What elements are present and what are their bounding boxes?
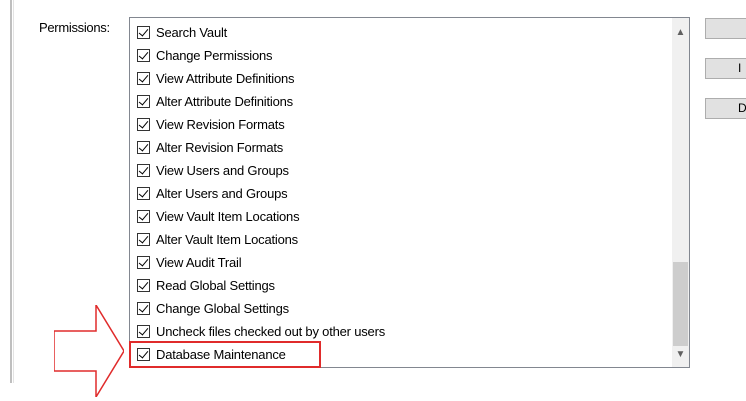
checkbox[interactable] bbox=[137, 325, 150, 338]
checkbox[interactable] bbox=[137, 256, 150, 269]
checkbox[interactable] bbox=[137, 72, 150, 85]
permission-item[interactable]: Read Global Settings bbox=[137, 274, 385, 297]
permission-item[interactable]: Alter Vault Item Locations bbox=[137, 228, 385, 251]
permission-label: Alter Revision Formats bbox=[156, 140, 284, 155]
group-border-left bbox=[10, 0, 12, 383]
checkbox[interactable] bbox=[137, 49, 150, 62]
checkbox[interactable] bbox=[137, 233, 150, 246]
checkbox[interactable] bbox=[137, 26, 150, 39]
side-button-1[interactable] bbox=[705, 18, 746, 39]
permission-item[interactable]: View Vault Item Locations bbox=[137, 205, 385, 228]
permission-item[interactable]: Search Vault bbox=[137, 21, 385, 44]
permission-label: View Attribute Definitions bbox=[156, 71, 295, 86]
permission-label: View Audit Trail bbox=[156, 255, 242, 270]
permission-item[interactable]: Alter Revision Formats bbox=[137, 136, 385, 159]
permission-item[interactable]: Uncheck files checked out by other users bbox=[137, 320, 385, 343]
permission-item[interactable]: Change Global Settings bbox=[137, 297, 385, 320]
checkbox[interactable] bbox=[137, 210, 150, 223]
scrollbar-thumb[interactable] bbox=[673, 262, 688, 346]
checkbox[interactable] bbox=[137, 302, 150, 315]
side-button-2[interactable]: I bbox=[705, 58, 746, 79]
side-button-3[interactable]: D bbox=[705, 98, 746, 119]
checkbox[interactable] bbox=[137, 348, 150, 361]
group-border-left-inner bbox=[13, 0, 14, 383]
permission-item[interactable]: Database Maintenance bbox=[129, 341, 321, 368]
vertical-scrollbar[interactable]: ▲ ▼ bbox=[672, 18, 689, 367]
permission-label: Change Permissions bbox=[156, 48, 273, 63]
checkbox[interactable] bbox=[137, 187, 150, 200]
arrow-right-icon bbox=[54, 305, 124, 397]
permission-label: Read Global Settings bbox=[156, 278, 275, 293]
permission-item[interactable]: Alter Users and Groups bbox=[137, 182, 385, 205]
checkbox[interactable] bbox=[137, 118, 150, 131]
permission-label: Alter Attribute Definitions bbox=[156, 94, 293, 109]
permission-item[interactable]: View Revision Formats bbox=[137, 113, 385, 136]
checkbox[interactable] bbox=[137, 279, 150, 292]
chevron-down-icon[interactable]: ▼ bbox=[672, 346, 689, 363]
permission-label: View Users and Groups bbox=[156, 163, 289, 178]
permission-label: Alter Vault Item Locations bbox=[156, 232, 298, 247]
permission-item[interactable]: View Users and Groups bbox=[137, 159, 385, 182]
permission-label: Database Maintenance bbox=[156, 347, 286, 362]
permissions-listbox[interactable]: Search Vault Change Permissions View Attri… bbox=[129, 17, 690, 368]
permission-label: Uncheck files checked out by other users bbox=[156, 324, 386, 339]
checkbox[interactable] bbox=[137, 164, 150, 177]
permission-label: Search Vault bbox=[156, 25, 228, 40]
chevron-up-icon[interactable]: ▲ bbox=[672, 24, 689, 41]
permissions-list: Search Vault Change Permissions View Attri… bbox=[129, 21, 385, 368]
checkbox[interactable] bbox=[137, 95, 150, 108]
permission-label: Alter Users and Groups bbox=[156, 186, 288, 201]
permissions-label: Permissions: bbox=[39, 20, 110, 35]
permission-item[interactable]: View Attribute Definitions bbox=[137, 67, 385, 90]
permission-item[interactable]: View Audit Trail bbox=[137, 251, 385, 274]
permission-label: View Vault Item Locations bbox=[156, 209, 300, 224]
permission-label: Change Global Settings bbox=[156, 301, 289, 316]
checkbox[interactable] bbox=[137, 141, 150, 154]
permission-label: View Revision Formats bbox=[156, 117, 285, 132]
permission-item[interactable]: Alter Attribute Definitions bbox=[137, 90, 385, 113]
permission-item[interactable]: Change Permissions bbox=[137, 44, 385, 67]
